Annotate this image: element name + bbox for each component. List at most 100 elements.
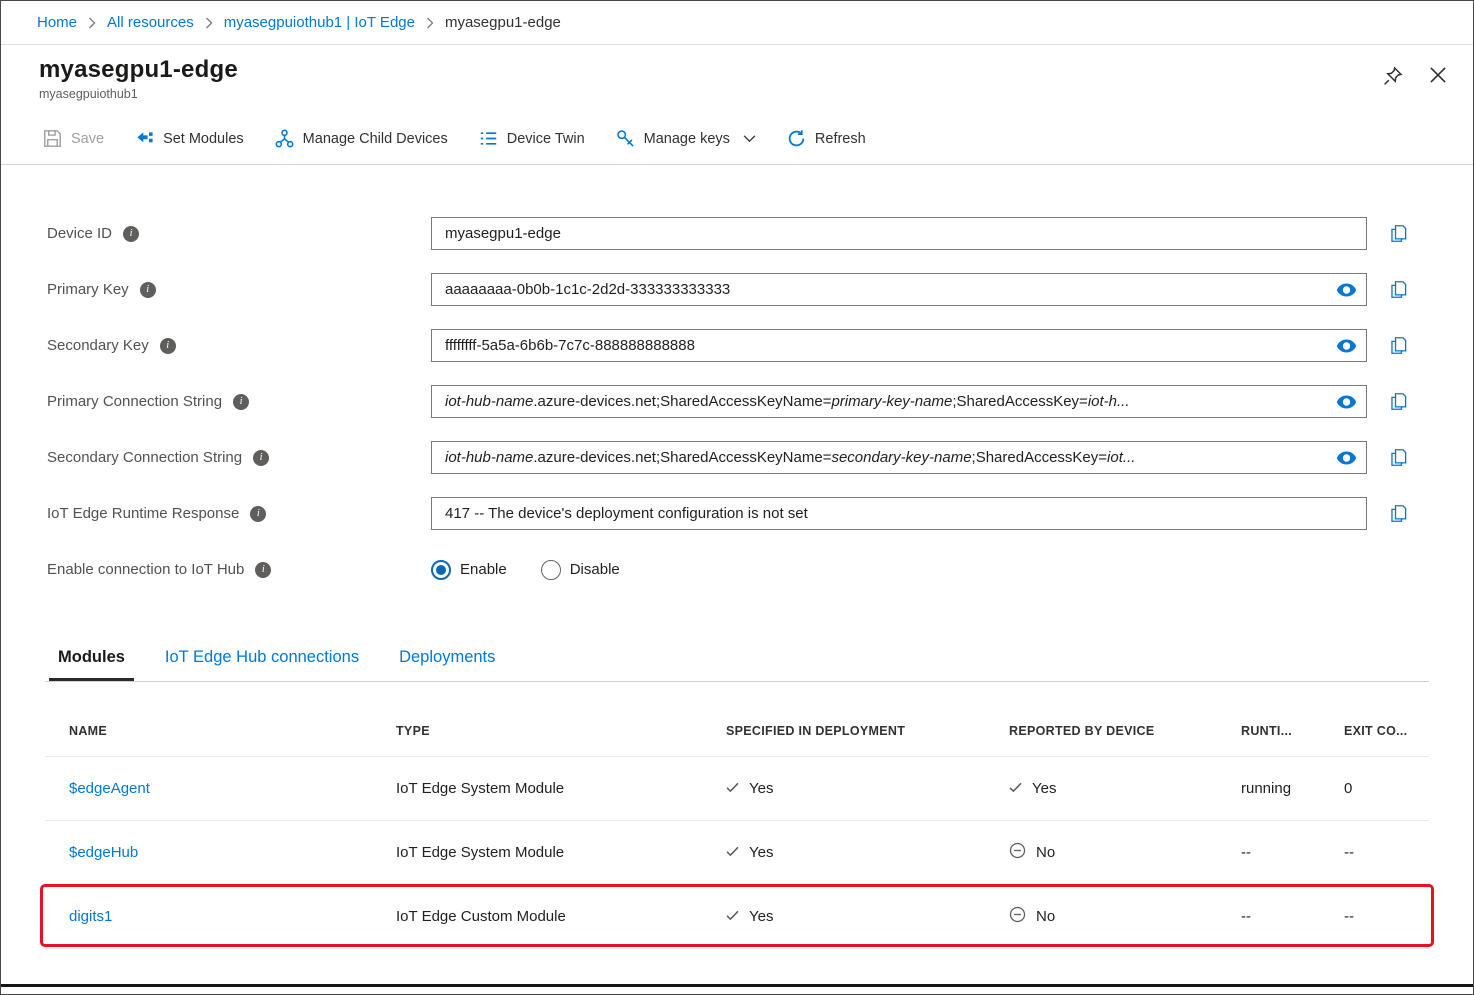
form-row-primary-key: Primary Key i aaaaaaaa-0b0b-1c1c-2d2d-33… <box>47 273 1473 306</box>
eye-icon[interactable] <box>1336 394 1357 409</box>
copy-icon[interactable] <box>1390 336 1407 355</box>
table-row-digits1[interactable]: digits1 IoT Edge Custom Module Yes No --… <box>45 885 1429 949</box>
info-icon[interactable]: i <box>160 338 176 354</box>
form-row-secondary-key: Secondary Key i ffffffff-5a5a-6b6b-7c7c-… <box>47 329 1473 362</box>
column-header-exit-code[interactable]: EXIT CO... <box>1344 682 1429 756</box>
save-icon <box>43 129 62 148</box>
close-icon[interactable] <box>1429 66 1447 101</box>
specified-value: Yes <box>749 780 773 797</box>
enable-connection-label: Enable connection to IoT Hub <box>47 561 244 578</box>
secondary-connection-string-input[interactable]: iot-hub-name.azure-devices.net;SharedAcc… <box>431 441 1367 474</box>
runtime-status: running <box>1241 780 1344 797</box>
runtime-status: -- <box>1241 844 1344 861</box>
eye-icon[interactable] <box>1336 338 1357 353</box>
eye-icon[interactable] <box>1336 282 1357 297</box>
module-link-edgehub[interactable]: $edgeHub <box>69 844 138 861</box>
exit-code: 0 <box>1344 780 1429 797</box>
disable-radio-label: Disable <box>570 561 620 578</box>
refresh-button[interactable]: Refresh <box>787 129 866 148</box>
copy-icon[interactable] <box>1390 280 1407 299</box>
column-header-name[interactable]: NAME <box>45 682 396 756</box>
primary-key-input[interactable]: aaaaaaaa-0b0b-1c1c-2d2d-333333333333 <box>431 273 1367 306</box>
disable-radio[interactable]: Disable <box>541 560 620 580</box>
column-header-runtime[interactable]: RUNTI... <box>1241 682 1344 756</box>
info-icon[interactable]: i <box>250 506 266 522</box>
module-link-digits1[interactable]: digits1 <box>69 908 112 925</box>
form-row-runtime-response: IoT Edge Runtime Response i 417 -- The d… <box>47 497 1473 530</box>
info-icon[interactable]: i <box>253 450 269 466</box>
tab-modules[interactable]: Modules <box>49 648 134 681</box>
primary-connection-string-label: Primary Connection String <box>47 393 222 410</box>
manage-keys-label: Manage keys <box>644 131 730 147</box>
module-type: IoT Edge Custom Module <box>396 908 726 925</box>
circle-minus-icon <box>1009 842 1026 863</box>
runtime-response-value: 417 -- The device's deployment configura… <box>445 505 808 522</box>
module-link-edgeagent[interactable]: $edgeAgent <box>69 780 150 797</box>
secondary-key-input[interactable]: ffffffff-5a5a-6b6b-7c7c-888888888888 <box>431 329 1367 362</box>
set-modules-button[interactable]: Set Modules <box>135 129 244 148</box>
copy-icon[interactable] <box>1390 504 1407 523</box>
save-button[interactable]: Save <box>43 129 104 148</box>
copy-icon[interactable] <box>1390 224 1407 243</box>
column-header-reported[interactable]: REPORTED BY DEVICE <box>1009 682 1241 756</box>
set-modules-label: Set Modules <box>163 131 244 147</box>
pin-icon[interactable] <box>1383 66 1403 101</box>
device-twin-label: Device Twin <box>507 131 585 147</box>
column-header-type[interactable]: TYPE <box>396 682 726 756</box>
modules-table-header: NAME TYPE SPECIFIED IN DEPLOYMENT REPORT… <box>45 682 1429 757</box>
page-title: myasegpu1-edge <box>39 56 238 84</box>
bottom-divider <box>1 984 1473 987</box>
exit-code: -- <box>1344 908 1429 925</box>
info-icon[interactable]: i <box>140 282 156 298</box>
column-header-specified[interactable]: SPECIFIED IN DEPLOYMENT <box>726 682 1009 756</box>
device-id-input[interactable]: myasegpu1-edge <box>431 217 1367 250</box>
secondary-connection-string-value: iot-hub-name.azure-devices.net;SharedAcc… <box>445 449 1135 466</box>
runtime-response-input[interactable]: 417 -- The device's deployment configura… <box>431 497 1367 530</box>
table-row-edgehub[interactable]: $edgeHub IoT Edge System Module Yes No -… <box>45 821 1429 885</box>
iot-edge-device-page: Home All resources myasegpuiothub1 | IoT… <box>0 0 1474 995</box>
chevron-right-icon <box>205 17 213 29</box>
device-id-label: Device ID <box>47 225 112 242</box>
form-row-device-id: Device ID i myasegpu1-edge <box>47 217 1473 250</box>
breadcrumb-home[interactable]: Home <box>37 14 77 31</box>
check-icon <box>726 780 739 797</box>
form-row-primary-connection-string: Primary Connection String i iot-hub-name… <box>47 385 1473 418</box>
secondary-connection-string-label: Secondary Connection String <box>47 449 242 466</box>
refresh-label: Refresh <box>815 131 866 147</box>
radio-unselected-icon <box>541 560 561 580</box>
breadcrumb-iot-hub[interactable]: myasegpuiothub1 | IoT Edge <box>224 14 415 31</box>
primary-connection-string-input[interactable]: iot-hub-name.azure-devices.net;SharedAcc… <box>431 385 1367 418</box>
info-icon[interactable]: i <box>123 226 139 242</box>
reported-value: No <box>1036 844 1055 861</box>
enable-radio[interactable]: Enable <box>431 560 507 580</box>
copy-icon[interactable] <box>1390 392 1407 411</box>
manage-keys-button[interactable]: Manage keys <box>616 129 756 148</box>
primary-key-value: aaaaaaaa-0b0b-1c1c-2d2d-333333333333 <box>445 281 730 298</box>
eye-icon[interactable] <box>1336 450 1357 465</box>
manage-child-devices-button[interactable]: Manage Child Devices <box>275 129 448 148</box>
runtime-response-label: IoT Edge Runtime Response <box>47 505 239 522</box>
copy-icon[interactable] <box>1390 448 1407 467</box>
manage-child-devices-label: Manage Child Devices <box>303 131 448 147</box>
form-row-enable-connection: Enable connection to IoT Hub i Enable Di… <box>47 553 1473 586</box>
reported-value: Yes <box>1032 780 1056 797</box>
tab-iot-edge-hub-connections[interactable]: IoT Edge Hub connections <box>156 648 368 681</box>
tab-bar: Modules IoT Edge Hub connections Deploym… <box>1 648 1473 681</box>
hierarchy-icon <box>275 129 294 148</box>
info-icon[interactable]: i <box>233 394 249 410</box>
table-row-edgeagent[interactable]: $edgeAgent IoT Edge System Module Yes Ye… <box>45 757 1429 821</box>
radio-selected-icon <box>431 560 451 580</box>
secondary-key-value: ffffffff-5a5a-6b6b-7c7c-888888888888 <box>445 337 695 354</box>
breadcrumb-current: myasegpu1-edge <box>445 14 561 31</box>
info-icon[interactable]: i <box>255 562 271 578</box>
secondary-key-label: Secondary Key <box>47 337 149 354</box>
device-twin-icon <box>479 129 498 148</box>
breadcrumb-all-resources[interactable]: All resources <box>107 14 194 31</box>
device-twin-button[interactable]: Device Twin <box>479 129 585 148</box>
module-type: IoT Edge System Module <box>396 780 726 797</box>
breadcrumb: Home All resources myasegpuiothub1 | IoT… <box>1 1 1473 45</box>
check-icon <box>726 844 739 861</box>
tab-deployments[interactable]: Deployments <box>390 648 504 681</box>
module-type: IoT Edge System Module <box>396 844 726 861</box>
tab-iot-edge-hub-connections-label: IoT Edge Hub connections <box>165 648 359 666</box>
